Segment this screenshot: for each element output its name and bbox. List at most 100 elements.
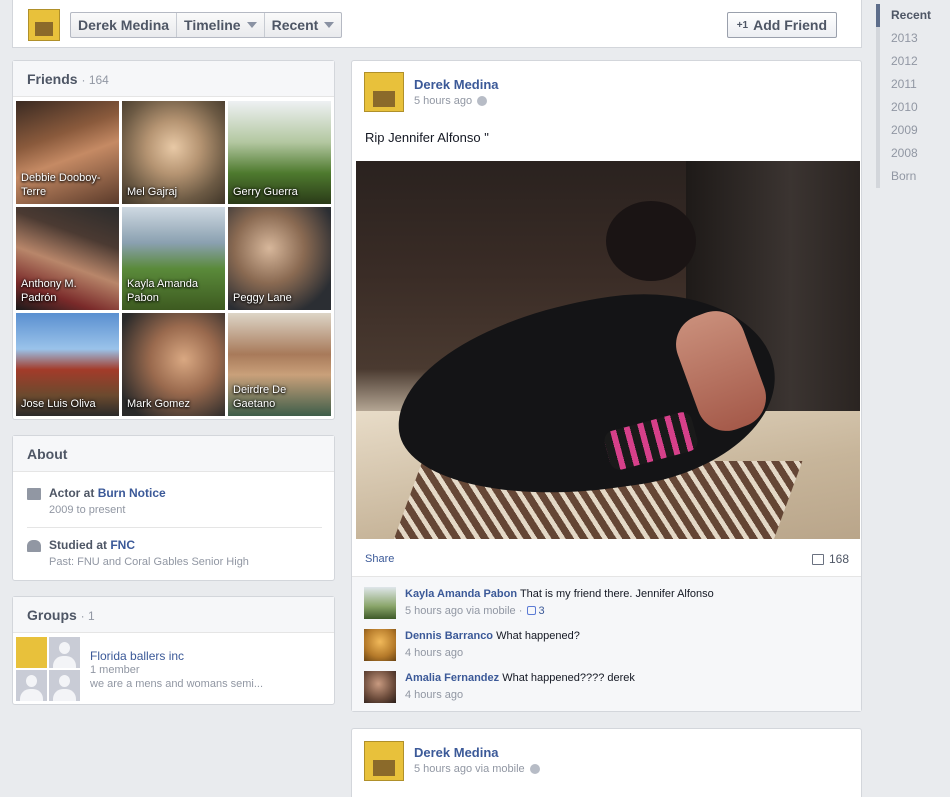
groups-count: 1 [88, 609, 95, 623]
group-description: we are a mens and womans semi... [90, 678, 264, 690]
friend-tile[interactable]: Peggy Lane [228, 207, 331, 310]
post-photo[interactable] [356, 161, 860, 539]
comment-icon [811, 553, 824, 565]
comment-time[interactable]: 4 hours ago [405, 646, 849, 660]
timeline-year-nav: Recent 2013 2012 2011 2010 2009 2008 Bor… [876, 4, 950, 188]
friend-name: Mel Gajraj [127, 186, 178, 198]
commenter-avatar[interactable] [364, 629, 396, 661]
group-info: Florida ballers inc 1 member we are a me… [90, 649, 263, 691]
comment-count-value: 168 [828, 552, 849, 566]
about-edu-past: Past: FNU and Coral Gables Senior High [49, 556, 249, 568]
add-friend-label: Add Friend [753, 17, 827, 33]
about-education-text: Studied at FNC [49, 538, 249, 552]
friend-tile[interactable]: Mel Gajraj [122, 101, 225, 204]
post-author-name[interactable]: Derek Medina [414, 77, 499, 92]
comment-time[interactable]: 4 hours ago [405, 688, 849, 702]
about-education-row: Studied at FNC Past: FNU and Coral Gable… [27, 538, 322, 568]
year-nav-2011[interactable]: 2011 [876, 73, 950, 96]
breadcrumb-profile-name[interactable]: Derek Medina [71, 13, 178, 37]
commenter-name[interactable]: Amalia Fernandez [405, 672, 499, 684]
friend-tile[interactable]: Gerry Guerra [228, 101, 331, 204]
comment-like-count[interactable]: 3 [538, 605, 544, 617]
friends-box: Friends · 164 Debbie Dooboy- Terre Mel G… [12, 60, 335, 420]
post-meta: 5 hours ago via mobile [414, 763, 540, 775]
breadcrumb: Derek Medina Timeline Recent [70, 12, 343, 38]
friend-tile[interactable]: Kayla Amanda Pabon [122, 207, 225, 310]
post-timestamp[interactable]: 5 hours ago [414, 95, 472, 107]
friends-count: 164 [88, 73, 109, 87]
friend-tile[interactable]: Deirdre De Gaetano [228, 313, 331, 416]
about-header[interactable]: About [13, 436, 334, 472]
friend-name: Deirdre De Gaetano [233, 384, 287, 410]
friend-name: Gerry Guerra [233, 186, 298, 198]
post-author-name[interactable]: Derek Medina [414, 745, 499, 760]
about-work-prefix: Actor at [49, 486, 98, 500]
comment-text: What happened???? derek [502, 672, 635, 684]
year-nav-2009[interactable]: 2009 [876, 119, 950, 142]
group-member-photo [16, 637, 47, 668]
about-edu-place-link[interactable]: FNC [110, 538, 135, 552]
timeline-post: Derek Medina 5 hours ago Rip Jennifer Al… [351, 60, 862, 712]
comment-text: That is my friend there. Jennifer Alfons… [519, 588, 714, 600]
group-thumbnail[interactable] [16, 637, 80, 701]
groups-title: Groups [27, 607, 77, 623]
year-nav-2010[interactable]: 2010 [876, 96, 950, 119]
post-author-avatar[interactable] [364, 72, 404, 112]
about-work-place-link[interactable]: Burn Notice [98, 486, 166, 500]
timeline-dropdown[interactable]: Timeline [177, 13, 265, 37]
friend-name: Debbie Dooboy- Terre [21, 172, 101, 198]
comment-time[interactable]: 5 hours ago via mobile · [405, 605, 522, 617]
friends-header[interactable]: Friends · 164 [13, 61, 334, 97]
recent-label: Recent [271, 17, 319, 33]
chevron-down-icon [246, 22, 257, 28]
add-friend-icon: +1 [736, 19, 749, 31]
friend-tile[interactable]: Debbie Dooboy- Terre [16, 101, 119, 204]
groups-header[interactable]: Groups · 1 [13, 597, 334, 633]
commenter-name[interactable]: Dennis Barranco [405, 630, 493, 642]
comment-text: What happened? [496, 630, 580, 642]
comment-count[interactable]: 168 [811, 552, 849, 566]
post-meta: 5 hours ago [414, 95, 488, 107]
friend-name: Kayla Amanda Pabon [127, 278, 198, 304]
about-divider [27, 527, 322, 528]
post-timestamp[interactable]: 5 hours ago via mobile [414, 763, 525, 775]
about-work-years: 2009 to present [49, 504, 126, 516]
commenter-avatar[interactable] [364, 671, 396, 703]
year-nav-2008[interactable]: 2008 [876, 142, 950, 165]
globe-icon[interactable] [477, 96, 488, 106]
friend-tile[interactable]: Jose Luis Oliva [16, 313, 119, 416]
about-work-text: Actor at Burn Notice [49, 486, 166, 500]
timeline-post: Derek Medina 5 hours ago via mobile [351, 728, 862, 797]
profile-avatar[interactable] [28, 9, 60, 41]
commenter-avatar[interactable] [364, 587, 396, 619]
friend-name: Anthony M. Padrón [21, 278, 77, 304]
about-box: About Actor at Burn Notice 2009 to prese… [12, 435, 335, 581]
post-actions: Share 168 [365, 552, 849, 566]
recent-dropdown[interactable]: Recent [265, 13, 342, 37]
friend-tile[interactable]: Mark Gomez [122, 313, 225, 416]
share-link[interactable]: Share [365, 553, 394, 565]
friend-name: Jose Luis Oliva [21, 398, 96, 410]
post-author-avatar[interactable] [364, 741, 404, 781]
group-name-link[interactable]: Florida ballers inc [90, 649, 263, 663]
year-nav-recent[interactable]: Recent [876, 4, 950, 27]
post-text: Rip Jennifer Alfonso " [365, 130, 489, 145]
about-work-row: Actor at Burn Notice 2009 to present [27, 486, 322, 516]
profile-header-bar: Derek Medina Timeline Recent +1 Add Frie… [12, 0, 862, 48]
friends-grid: Debbie Dooboy- Terre Mel Gajraj Gerry Gu… [16, 101, 334, 416]
friend-tile[interactable]: Anthony M. Padrón [16, 207, 119, 310]
year-nav-born[interactable]: Born [876, 165, 950, 188]
friends-title: Friends [27, 71, 78, 87]
globe-icon[interactable] [529, 764, 540, 774]
graduation-cap-icon [27, 540, 41, 552]
group-members: 1 member [90, 664, 140, 676]
add-friend-button[interactable]: +1 Add Friend [726, 12, 837, 38]
thumbs-up-icon [527, 606, 537, 615]
year-nav-2013[interactable]: 2013 [876, 27, 950, 50]
person-silhouette-icon [49, 637, 80, 668]
groups-box: Groups · 1 Florida ballers inc 1 member … [12, 596, 335, 705]
about-edu-prefix: Studied at [49, 538, 111, 552]
commenter-name[interactable]: Kayla Amanda Pabon [405, 588, 517, 600]
friend-name: Mark Gomez [127, 398, 190, 410]
year-nav-2012[interactable]: 2012 [876, 50, 950, 73]
